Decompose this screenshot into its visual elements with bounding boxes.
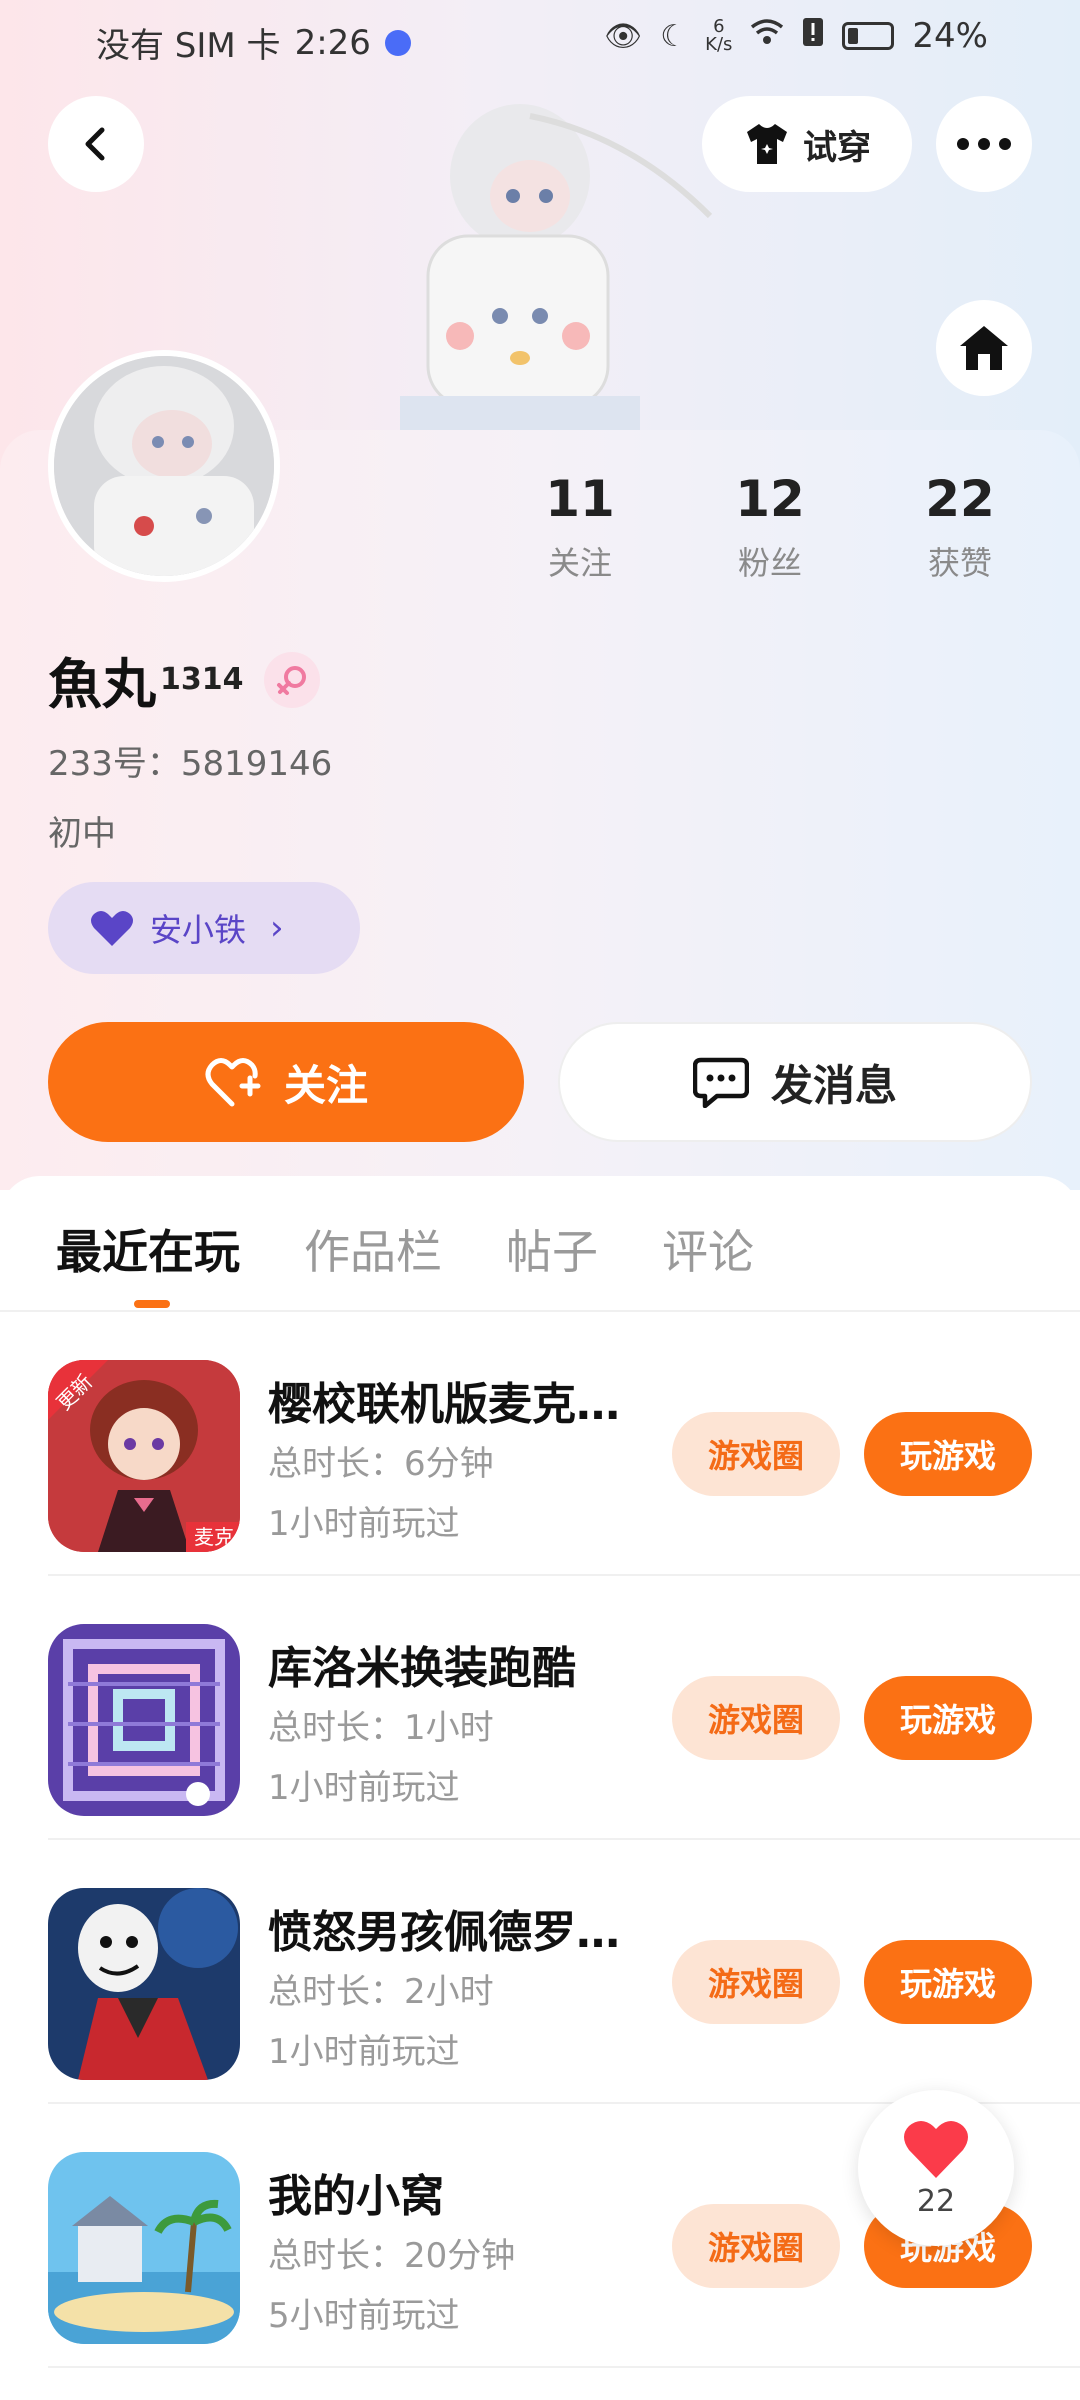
stat-followers[interactable]: 12 粉丝 xyxy=(690,470,850,584)
home-icon xyxy=(960,326,1008,370)
tab-bar: 最近在玩 作品栏 帖子 评论 xyxy=(56,1216,754,1282)
sim-alert-icon xyxy=(802,16,824,56)
heart-icon xyxy=(91,911,133,946)
game-circle-button[interactable]: 游戏圈 xyxy=(672,1940,840,2024)
more-dots-icon xyxy=(957,138,1011,150)
home-button[interactable] xyxy=(936,300,1032,396)
game-icon-label: 麦克 xyxy=(194,1525,234,1549)
tab-works[interactable]: 作品栏 xyxy=(304,1216,442,1282)
game-icon xyxy=(48,2152,240,2344)
wifi-icon xyxy=(750,18,784,54)
like-count: 22 xyxy=(916,2183,956,2219)
follow-label: 关注 xyxy=(283,1060,368,1110)
cover-character-image xyxy=(380,96,720,436)
game-last-played: 1小时前玩过 xyxy=(268,1504,460,1544)
stat-label: 粉丝 xyxy=(737,544,802,582)
chevron-right-icon: › xyxy=(270,908,284,948)
game-duration: 总时长：1小时 xyxy=(268,1708,494,1748)
clock: 2:26 xyxy=(294,22,371,63)
list-item[interactable]: 愤怒男孩佩德罗… 总时长：2小时 1小时前玩过 游戏圈 玩游戏 xyxy=(0,1840,1080,2104)
send-message-label: 发消息 xyxy=(770,1060,897,1110)
carrier-text: 没有 SIM 卡 xyxy=(96,26,281,66)
try-on-label: 试穿 xyxy=(803,127,871,168)
heart-icon xyxy=(904,2120,968,2178)
profile-name-suffix: 1314 xyxy=(160,662,244,697)
stat-value: 22 xyxy=(925,470,995,528)
game-title: 愤怒男孩佩德罗… xyxy=(268,1907,620,1958)
eye-icon: 👁 xyxy=(604,18,643,54)
stat-value: 12 xyxy=(735,470,805,528)
game-circle-button[interactable]: 游戏圈 xyxy=(672,2204,840,2288)
play-game-button[interactable]: 玩游戏 xyxy=(864,1940,1032,2024)
game-duration: 总时长：6分钟 xyxy=(268,1444,494,1484)
avatar[interactable] xyxy=(48,350,280,582)
badge-label: 安小铁 xyxy=(150,911,247,949)
stat-value: 11 xyxy=(545,470,615,528)
game-circle-button[interactable]: 游戏圈 xyxy=(672,1412,840,1496)
stat-following[interactable]: 11 关注 xyxy=(500,470,660,584)
tab-posts[interactable]: 帖子 xyxy=(506,1216,598,1282)
badge-chip[interactable]: 安小铁 › xyxy=(48,882,360,974)
profile-name-row: 魚丸 1314 xyxy=(48,640,320,719)
play-game-button[interactable]: 玩游戏 xyxy=(864,1412,1032,1496)
tshirt-icon xyxy=(747,124,787,164)
heart-plus-icon xyxy=(205,1058,261,1107)
back-button[interactable] xyxy=(48,96,144,192)
game-last-played: 5小时前玩过 xyxy=(268,2296,460,2336)
tab-recent-played[interactable]: 最近在玩 xyxy=(56,1216,240,1282)
status-bar: 没有 SIM 卡 2:26 👁 ☾ 6 K/s 24% xyxy=(0,0,1080,80)
user-id: 233号：5819146 xyxy=(48,744,333,784)
floating-like-button[interactable]: 22 xyxy=(858,2090,1014,2246)
divider xyxy=(48,2366,1080,2368)
chat-bubble-icon xyxy=(692,1057,749,1108)
follow-button[interactable]: 关注 xyxy=(48,1022,524,1142)
tab-comments[interactable]: 评论 xyxy=(662,1216,754,1282)
game-circle-button[interactable]: 游戏圈 xyxy=(672,1676,840,1760)
list-item[interactable]: 库洛米换装跑酷 总时长：1小时 1小时前玩过 游戏圈 玩游戏 xyxy=(0,1576,1080,1840)
female-gender-icon xyxy=(263,651,320,708)
game-duration: 总时长：2小时 xyxy=(268,1972,494,2012)
game-icon xyxy=(48,1888,240,2080)
battery-percent: 24% xyxy=(912,16,988,56)
moon-icon: ☾ xyxy=(660,18,688,54)
game-duration: 总时长：20分钟 xyxy=(268,2236,516,2276)
stat-label: 关注 xyxy=(547,544,612,582)
game-icon xyxy=(48,1624,240,1816)
battery-icon xyxy=(842,22,895,50)
try-on-button[interactable]: 试穿 xyxy=(702,96,912,192)
profile-name: 魚丸 xyxy=(48,653,156,716)
game-title: 我的小窝 xyxy=(268,2171,444,2222)
game-last-played: 1小时前玩过 xyxy=(268,1768,460,1808)
stat-label: 获赞 xyxy=(927,544,992,582)
game-title: 樱校联机版麦克… xyxy=(268,1379,620,1430)
list-item[interactable]: 更新 麦克 樱校联机版麦克… 总时长：6分钟 1小时前玩过 游戏圈 玩游戏 xyxy=(0,1312,1080,1576)
tab-indicator xyxy=(134,1300,170,1308)
network-speed: 6 K/s xyxy=(705,16,733,55)
game-title: 库洛米换装跑酷 xyxy=(268,1643,576,1694)
profile-stats: 11 关注 12 粉丝 22 获赞 xyxy=(500,470,1040,584)
music-icon xyxy=(384,29,411,56)
game-icon: 更新 麦克 xyxy=(48,1360,240,1552)
more-options-button[interactable] xyxy=(936,96,1032,192)
user-grade: 初中 xyxy=(48,814,116,854)
game-last-played: 1小时前玩过 xyxy=(268,2032,460,2072)
send-message-button[interactable]: 发消息 xyxy=(558,1022,1032,1142)
chevron-left-icon xyxy=(85,127,105,161)
stat-likes[interactable]: 22 获赞 xyxy=(880,470,1040,584)
play-game-button[interactable]: 玩游戏 xyxy=(864,1676,1032,1760)
